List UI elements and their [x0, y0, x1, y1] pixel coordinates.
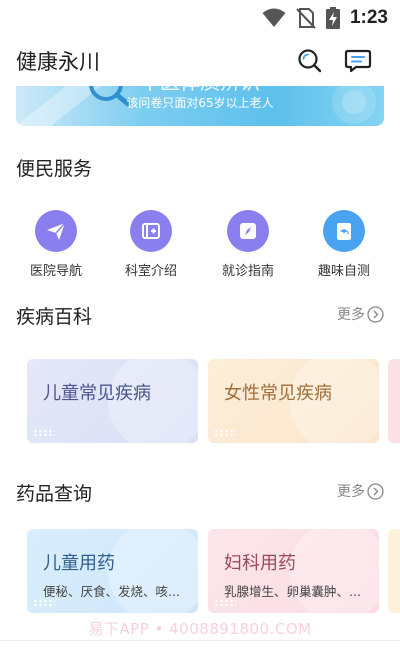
status-bar: 1:23 — [0, 0, 400, 36]
service-visit-guide[interactable]: 就诊指南 — [206, 210, 290, 279]
service-label: 就诊指南 — [221, 264, 274, 279]
card-title: 儿童用药 — [43, 553, 115, 574]
card-title: 女性常见疾病 — [224, 383, 332, 404]
paper-plane-icon — [35, 210, 77, 252]
message-button[interactable] — [343, 46, 373, 76]
card-dots — [33, 429, 55, 437]
wifi-icon — [262, 8, 286, 27]
status-icons: 1:23 — [262, 6, 388, 30]
service-hospital-navigation[interactable]: 医院导航 — [14, 210, 98, 279]
search-icon — [298, 49, 322, 73]
chevron-right-circle-icon — [367, 305, 384, 323]
card-next-peek[interactable] — [388, 359, 400, 443]
card-dots — [33, 599, 55, 607]
card-decoration — [289, 529, 379, 613]
card-gynecology-drugs[interactable]: 妇科用药 乳腺增生、卵巢囊肿、... — [208, 529, 379, 613]
encyclopedia-title: 疾病百科 — [16, 306, 93, 328]
status-time: 1:23 — [349, 7, 388, 28]
card-decoration — [108, 529, 198, 613]
card-next-peek[interactable] — [388, 529, 400, 613]
chevron-right-circle-icon — [367, 482, 384, 500]
service-self-test[interactable]: 趣味自测 — [302, 210, 386, 279]
no-sim-icon — [296, 8, 316, 29]
department-icon — [130, 210, 172, 252]
app-header: 健康永川 — [0, 36, 400, 86]
service-department-intro[interactable]: 科室介绍 — [109, 210, 193, 279]
app-title: 健康永川 — [16, 50, 100, 74]
card-subtitle: 乳腺增生、卵巢囊肿、... — [224, 584, 361, 599]
drugs-title: 药品查询 — [16, 483, 93, 505]
card-subtitle: 便秘、厌食、发烧、咳... — [43, 584, 180, 599]
more-label: 更多 — [337, 484, 365, 500]
message-icon — [344, 49, 372, 73]
drugs-more-link[interactable]: 更多 — [337, 481, 384, 501]
card-title: 妇科用药 — [224, 553, 296, 574]
card-dots — [214, 599, 236, 607]
more-label: 更多 — [337, 307, 365, 323]
watermark: 易下APP • 4008891800.COM — [88, 620, 312, 638]
encyclopedia-more-link[interactable]: 更多 — [337, 304, 384, 324]
service-label: 医院导航 — [29, 264, 82, 279]
card-children-diseases[interactable]: 儿童常见疾病 — [27, 359, 198, 443]
services-title: 便民服务 — [16, 158, 93, 180]
service-label: 科室介绍 — [124, 264, 177, 279]
banner-subtitle: 该问卷只面对65岁以上老人 — [126, 96, 274, 110]
card-women-diseases[interactable]: 女性常见疾病 — [208, 359, 379, 443]
card-children-drugs[interactable]: 儿童用药 便秘、厌食、发烧、咳... — [27, 529, 198, 613]
compass-icon — [227, 210, 269, 252]
search-button[interactable] — [295, 46, 325, 76]
divider — [0, 640, 400, 641]
service-label: 趣味自测 — [317, 264, 370, 279]
battery-charging-icon — [325, 7, 340, 29]
quiz-icon — [323, 210, 365, 252]
card-dots — [214, 429, 236, 437]
card-title: 儿童常见疾病 — [43, 383, 151, 404]
